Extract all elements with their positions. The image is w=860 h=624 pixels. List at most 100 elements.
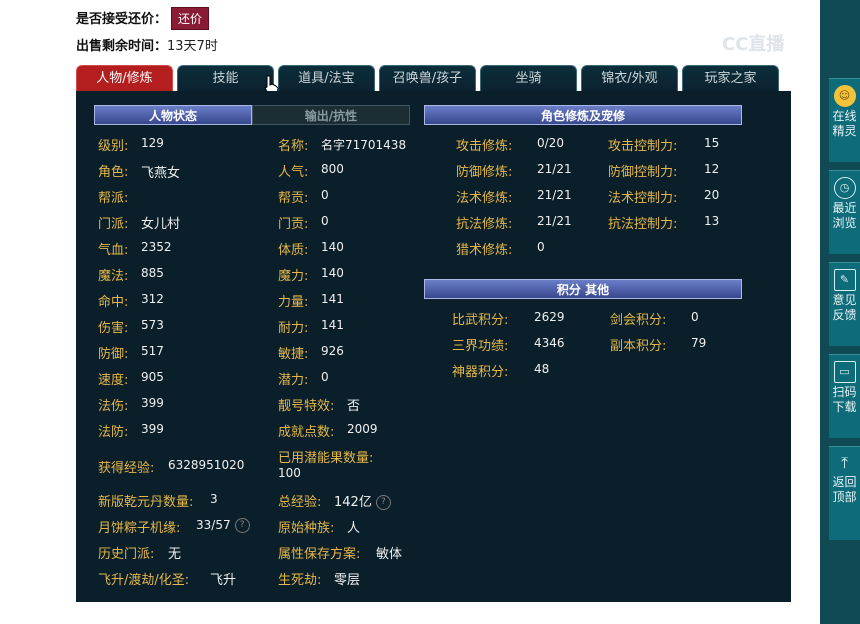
points-value: 79 [691,336,707,350]
tab-character[interactable]: 人物/修炼 [76,65,173,91]
stat-value: 2352 [141,240,172,254]
stat-label: 帮贡: [278,191,309,206]
stream-watermark: CC直播 [722,34,785,55]
points-label: 副本积分: [610,339,667,354]
stat-label: 防御: [98,347,129,362]
points-value: 48 [534,362,550,376]
stat-value: 885 [141,266,164,280]
stat-value: 0 [321,370,329,384]
stat-value: 零层 [334,573,361,588]
tab-summons[interactable]: 召唤兽/孩子 [379,65,476,91]
stat-label: 已用潜能果数量: [278,451,374,466]
stat-value: 名字71701438 [321,138,407,152]
stat-value: 399 [141,422,164,436]
stat-value: 无 [168,547,182,562]
right-sidebar: ☺ 在线精灵 ◷ 最近浏览 ✎ 意见反馈 ▭ 扫码下载 ⤒ 返回顶部 [820,0,860,624]
help-icon[interactable]: ? [375,495,391,510]
stat-label: 速度: [98,373,129,388]
stat-value: 6328951020 [168,458,245,472]
stat-value: 3 [210,492,218,506]
stat-label: 人气: [278,165,309,180]
points-label: 剑会积分: [610,313,667,328]
stat-value: 0 [321,214,329,228]
stat-label: 历史门派: [98,547,155,562]
remaining-time-value: 13天7时 [167,39,218,54]
scan-icon: ▭ [833,361,856,383]
cultivation-value: 0 [537,240,545,254]
stat-label: 伤害: [98,321,129,336]
control-label: 抗法控制力: [608,217,678,232]
stat-label: 潜力: [278,373,309,388]
back-to-top-icon: ⤒ [840,453,849,472]
cultivation-value: 21/21 [537,188,572,202]
control-label: 防御控制力: [608,165,678,180]
stat-label: 属性保存方案: [278,547,361,562]
stat-value: 905 [141,370,164,384]
points-label: 神器积分: [452,365,509,380]
stat-label: 级别: [98,139,129,154]
stat-value: 人 [347,521,361,536]
stat-value: 2009 [347,422,378,436]
cultivation-label: 攻击修炼: [456,139,513,154]
cultivation-label: 防御修炼: [456,165,513,180]
control-value: 13 [704,214,720,228]
recent-browse-button[interactable]: ◷ 最近浏览 [829,170,860,254]
cultivation-label: 抗法修炼: [456,217,513,232]
cultivation-value: 0/20 [537,136,564,150]
stat-value: 312 [141,292,164,306]
stat-value: 141 [321,292,344,306]
control-value: 20 [704,188,720,202]
stat-label: 气血: [98,243,129,258]
stat-value: 飞升 [210,573,237,588]
tab-items[interactable]: 道具/法宝 [278,65,375,91]
stat-value: 0 [321,188,329,202]
stat-label: 月饼粽子机缘: [98,521,181,536]
stat-label: 总经验: [278,495,322,510]
back-to-top-button[interactable]: ⤒ 返回顶部 [829,446,860,540]
stat-value: 100 [278,466,301,480]
cultivation-value: 21/21 [537,214,572,228]
scan-download-button[interactable]: ▭ 扫码下载 [829,354,860,438]
stat-value: 140 [321,240,344,254]
counter-offer-button[interactable]: 还价 [171,7,210,30]
stat-label: 力量: [278,295,309,310]
section-header-points: 积分 其他 [424,279,742,299]
stat-value: 敏体 [376,547,403,562]
tab-skills[interactable]: 技能 [177,65,274,91]
stat-label: 原始种族: [278,521,335,536]
stat-value: 141 [321,318,344,332]
stat-value: 573 [141,318,164,332]
stat-label: 靓号特效: [278,399,335,414]
total-exp-value: 142亿 [334,495,372,510]
stat-value: 女儿村 [141,217,181,232]
feedback-button[interactable]: ✎ 意见反馈 [829,262,860,346]
stat-label: 魔力: [278,269,309,284]
online-assistant-button[interactable]: ☺ 在线精灵 [829,78,860,162]
section-header-character: 人物状态 [94,105,252,125]
stat-value: 399 [141,396,164,410]
stat-value: 517 [141,344,164,358]
control-value: 15 [704,136,720,150]
tab-player-home[interactable]: 玩家之家 [682,65,779,91]
cultivation-label: 法术修炼: [456,191,513,206]
stat-value: 142亿? [334,491,391,510]
stat-label: 魔法: [98,269,129,284]
section-header-cultivation: 角色修炼及宠修 [424,105,742,125]
stat-label: 耐力: [278,321,309,336]
points-value: 4346 [534,336,565,350]
remaining-time-label: 出售剩余时间： [76,39,168,54]
control-label: 攻击控制力: [608,139,678,154]
sidebar-label: 扫码下载 [832,385,857,414]
stat-label: 角色: [98,165,129,180]
stat-label: 获得经验: [98,461,155,476]
help-icon[interactable]: ? [234,518,250,533]
section-header-output[interactable]: 输出/抗性 [252,105,410,125]
tab-appearance[interactable]: 锦衣/外观 [581,65,678,91]
tab-mounts[interactable]: 坐骑 [480,65,577,91]
counter-offer-label: 是否接受还价： [76,12,168,27]
stat-value: 33/57? [196,518,250,533]
stat-value: 140 [321,266,344,280]
stat-label: 门贡: [278,217,309,232]
points-value: 2629 [534,310,565,324]
control-value: 12 [704,162,720,176]
